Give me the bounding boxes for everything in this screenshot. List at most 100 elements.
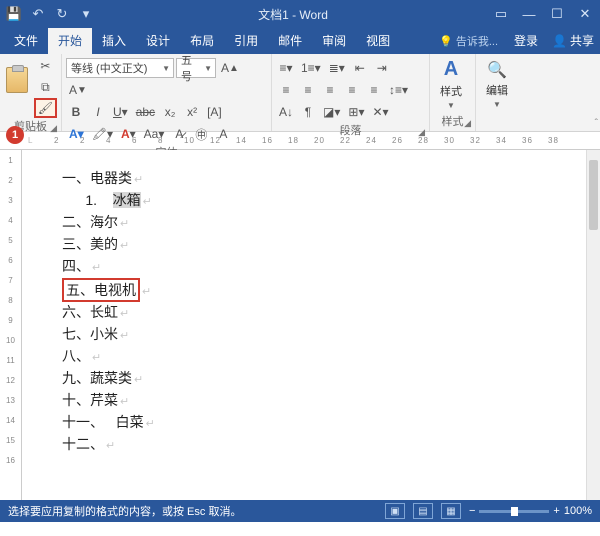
increase-indent-button[interactable]: ⇥	[372, 58, 392, 78]
change-case-button[interactable]: Aa▾	[141, 124, 168, 144]
group-styles-label: 样式	[442, 116, 464, 128]
cut-button[interactable]: ✂	[34, 56, 57, 76]
tab-review[interactable]: 审阅	[312, 28, 356, 54]
scissors-icon: ✂	[40, 59, 50, 73]
zoom-level[interactable]: 100%	[564, 505, 592, 517]
doc-line[interactable]: 1. 冰箱↵	[62, 190, 590, 212]
decrease-indent-button[interactable]: ⇤	[350, 58, 370, 78]
highlight-button[interactable]: 🖍▾	[89, 124, 116, 144]
grow-font-button[interactable]: A▲	[218, 58, 242, 78]
asian-layout-button[interactable]: ✕▾	[369, 102, 391, 122]
enclose-character-button[interactable]: ㊥	[191, 124, 211, 144]
tab-mailings[interactable]: 邮件	[268, 28, 312, 54]
italic-button[interactable]: I	[88, 102, 108, 122]
scrollbar-thumb[interactable]	[589, 160, 598, 230]
qat-more-icon[interactable]: ▾	[78, 6, 94, 22]
vertical-ruler[interactable]: 12345678910111213141516	[0, 150, 22, 500]
maximize-icon[interactable]: ☐	[548, 5, 566, 23]
window-title: 文档1 - Word	[94, 6, 492, 23]
chevron-down-icon: ▼	[204, 64, 212, 73]
undo-icon[interactable]: ↶	[30, 6, 46, 22]
tab-insert[interactable]: 插入	[92, 28, 136, 54]
print-layout-icon[interactable]: ▤	[413, 503, 433, 519]
status-bar: 选择要应用复制的格式的内容，或按 Esc 取消。 ▣ ▤ ▦ − + 100%	[0, 500, 600, 522]
font-size-select[interactable]: 五号▼	[176, 58, 216, 78]
tab-design[interactable]: 设计	[136, 28, 180, 54]
read-mode-icon[interactable]: ▣	[385, 503, 405, 519]
doc-line[interactable]: 六、长虹↵	[62, 302, 590, 324]
copy-button[interactable]: ⧉	[34, 77, 57, 97]
doc-line[interactable]: 十、芹菜↵	[62, 390, 590, 412]
distributed-button[interactable]: ≡	[364, 80, 384, 100]
tab-view[interactable]: 视图	[356, 28, 400, 54]
paragraph-launcher-icon[interactable]: ◢	[418, 127, 425, 138]
character-border-button[interactable]: A	[213, 124, 233, 144]
login-button[interactable]: 登录	[506, 32, 546, 54]
styles-button[interactable]: A 样式 ▼	[434, 56, 468, 112]
bullets-button[interactable]: ≡▾	[276, 58, 296, 78]
styles-launcher-icon[interactable]: ◢	[464, 118, 471, 129]
doc-line[interactable]: 三、美的↵	[62, 234, 590, 256]
tab-home[interactable]: 开始	[48, 28, 92, 54]
bulb-icon: 💡	[439, 35, 453, 48]
paste-button[interactable]	[4, 56, 31, 104]
vertical-scrollbar[interactable]	[586, 150, 600, 500]
underline-button[interactable]: U▾	[110, 102, 131, 122]
zoom-in-icon[interactable]: +	[553, 505, 559, 517]
subscript-button[interactable]: x₂	[160, 102, 180, 122]
tab-file[interactable]: 文件	[4, 28, 48, 54]
ribbon-options-icon[interactable]: ▭	[492, 5, 510, 23]
tab-references[interactable]: 引用	[224, 28, 268, 54]
paste-icon	[6, 67, 28, 93]
bold-button[interactable]: B	[66, 102, 86, 122]
align-left-button[interactable]: ≡	[276, 80, 296, 100]
line-spacing-button[interactable]: ↕≡▾	[386, 80, 411, 100]
font-name-select[interactable]: 等线 (中文正文)▼	[66, 58, 174, 78]
zoom-out-icon[interactable]: −	[469, 505, 475, 517]
borders-button[interactable]: ⊞▾	[345, 102, 367, 122]
minimize-icon[interactable]: —	[520, 5, 538, 23]
superscript-button[interactable]: x²	[182, 102, 202, 122]
format-painter-button[interactable]: 🖌	[34, 98, 57, 118]
styles-icon: A	[444, 58, 458, 81]
redo-icon[interactable]: ↻	[54, 6, 70, 22]
align-right-button[interactable]: ≡	[320, 80, 340, 100]
numbering-button[interactable]: 1≡▾	[298, 58, 324, 78]
align-center-button[interactable]: ≡	[298, 80, 318, 100]
shrink-font-button[interactable]: A▼	[66, 80, 90, 100]
font-color-button[interactable]: A▾	[118, 124, 139, 144]
zoom-slider[interactable]	[479, 510, 549, 513]
clear-formatting-button[interactable]: A̷	[169, 124, 189, 144]
doc-line[interactable]: 七、小米↵	[62, 324, 590, 346]
editing-button[interactable]: 🔍 编辑 ▼	[480, 56, 514, 112]
paintbrush-icon: 🖌	[38, 101, 53, 115]
zoom-control[interactable]: − + 100%	[469, 505, 592, 517]
copy-icon: ⧉	[41, 80, 50, 95]
phonetic-guide-button[interactable]: [A]	[204, 102, 225, 122]
shading-button[interactable]: ◪▾	[320, 102, 343, 122]
text-effects-button[interactable]: A▾	[66, 124, 87, 144]
doc-line[interactable]: 二、海尔↵	[62, 212, 590, 234]
doc-line[interactable]: 十一、 白菜↵	[62, 412, 590, 434]
share-button[interactable]: 👤共享	[546, 32, 600, 54]
collapse-ribbon-icon[interactable]: ˆ	[595, 118, 598, 129]
document-page[interactable]: 2 一、电器类↵ 1. 冰箱↵二、海尔↵三、美的↵四、↵五、电视机↵六、长虹↵七…	[22, 150, 600, 500]
doc-line[interactable]: 八、↵	[62, 346, 590, 368]
tell-me[interactable]: 💡告诉我...	[431, 33, 506, 54]
sort-button[interactable]: A↓	[276, 102, 296, 122]
tab-layout[interactable]: 布局	[180, 28, 224, 54]
doc-line[interactable]: 九、蔬菜类↵	[62, 368, 590, 390]
strikethrough-button[interactable]: abc	[133, 102, 158, 122]
show-marks-button[interactable]: ¶	[298, 102, 318, 122]
doc-line[interactable]: 十二、↵	[62, 434, 590, 456]
save-icon[interactable]: 💾	[6, 6, 22, 22]
multilevel-list-button[interactable]: ≣▾	[326, 58, 348, 78]
justify-button[interactable]: ≡	[342, 80, 362, 100]
group-editing: 🔍 编辑 ▼	[476, 54, 520, 131]
clipboard-launcher-icon[interactable]: ◢	[50, 123, 57, 134]
close-icon[interactable]: ✕	[576, 5, 594, 23]
doc-line[interactable]: 四、↵	[62, 256, 590, 278]
doc-line[interactable]: 一、电器类↵	[62, 168, 590, 190]
web-layout-icon[interactable]: ▦	[441, 503, 461, 519]
doc-line[interactable]: 五、电视机↵	[62, 278, 590, 302]
